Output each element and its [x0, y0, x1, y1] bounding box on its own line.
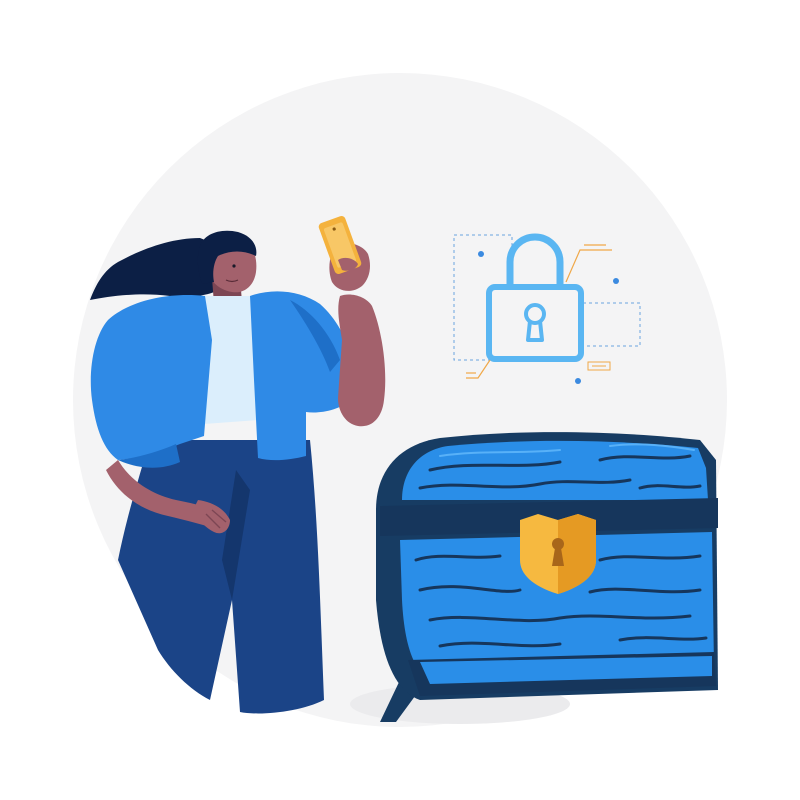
accent-dot — [613, 278, 619, 284]
jacket-left — [90, 295, 212, 460]
accent-dot — [575, 378, 581, 384]
illustration-svg — [73, 73, 727, 727]
eye — [232, 264, 236, 268]
illustration-scene — [0, 0, 800, 800]
accent-dot — [478, 251, 484, 257]
treasure-chest — [350, 432, 718, 724]
